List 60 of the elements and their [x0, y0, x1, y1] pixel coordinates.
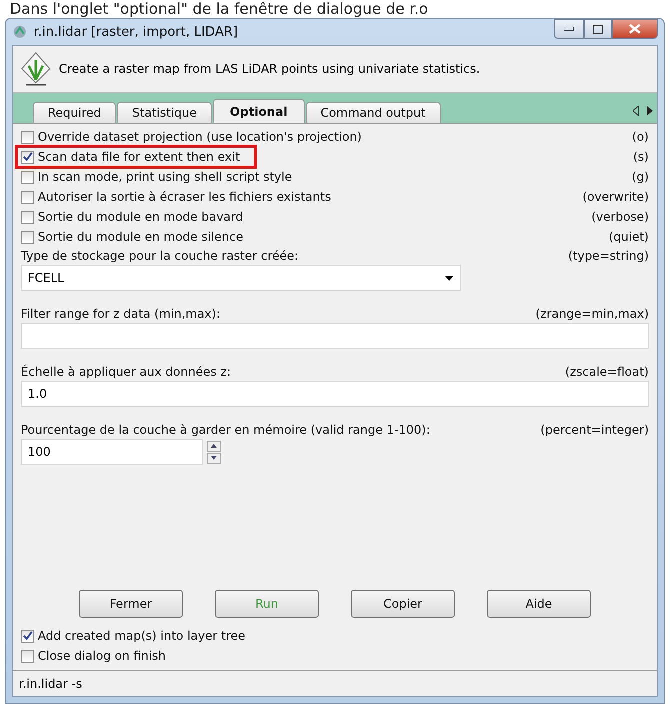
option-label: Autoriser la sortie à écraser les fichiers existants [38, 190, 332, 204]
tab[interactable]: Required [33, 102, 116, 123]
parameter-name-label: (percent=integer) [540, 423, 649, 437]
field-label: Pourcentage de la couche à garder en mémoire (valid range 1-100): [21, 423, 430, 437]
spin-up-button[interactable] [207, 440, 221, 452]
window-title: r.in.lidar [raster, import, LIDAR] [34, 24, 238, 40]
down-arrow-icon [211, 456, 217, 460]
dialog-button[interactable]: Aide [487, 590, 591, 618]
checkbox[interactable] [21, 630, 34, 642]
parameter-name-label: (o) [632, 130, 649, 144]
option-label: Add created map(s) into layer tree [38, 629, 246, 643]
input-field[interactable] [21, 323, 649, 349]
option-label: Sortie du module en mode silence [38, 230, 244, 244]
parameter-name-label: (g) [632, 170, 649, 184]
option-label: Scan data file for extent then exit [38, 150, 240, 164]
checkbox[interactable] [21, 650, 34, 662]
parameter-name-label: (type=string) [568, 249, 649, 263]
minimize-icon [564, 27, 574, 31]
caret-icon [445, 276, 454, 280]
option-label: Override dataset projection (use location's projection) [38, 130, 362, 144]
tab[interactable]: Optional [213, 99, 305, 123]
caption-text: Dans l'onglet "optional" de la fenêtre de dialogue de r.o [9, 0, 430, 18]
dropdown[interactable]: FCELL [21, 265, 461, 291]
close-icon [629, 24, 641, 34]
tab[interactable]: Command output [306, 102, 441, 123]
scroll-left-icon[interactable] [633, 106, 639, 116]
scroll-right-icon[interactable] [647, 106, 653, 116]
parameter-name-label: (s) [633, 150, 649, 164]
input-field[interactable]: 1.0 [21, 381, 649, 407]
dialog-button[interactable]: Copier [351, 590, 455, 618]
option-label: Sortie du module en mode bavard [38, 210, 244, 224]
field-label: Type de stockage pour la couche raster créée: [21, 249, 299, 263]
app-icon [12, 24, 28, 40]
spin-down-button[interactable] [207, 452, 221, 464]
maximize-button[interactable] [584, 19, 612, 39]
grass-logo-icon [21, 52, 51, 86]
parameter-name-label: (overwrite) [582, 190, 649, 204]
checkbox[interactable] [21, 230, 34, 244]
checkbox[interactable] [21, 170, 34, 184]
dialog-button[interactable]: Fermer [79, 590, 183, 618]
parameter-name-label: (zrange=min,max) [536, 307, 649, 321]
parameter-name-label: (verbose) [592, 210, 649, 224]
number-field[interactable]: 100 [21, 439, 203, 465]
maximize-icon [593, 24, 603, 34]
checkbox[interactable] [21, 190, 34, 204]
checkbox[interactable] [21, 150, 34, 164]
parameter-name-label: (zscale=float) [565, 365, 649, 379]
checkbox[interactable] [21, 210, 34, 224]
tab[interactable]: Statistique [117, 102, 212, 123]
close-button[interactable] [612, 19, 658, 39]
field-label: Filter range for z data (min,max): [21, 307, 221, 321]
status-bar: r.in.lidar -s [13, 670, 657, 696]
module-description: Create a raster map from LAS LiDAR points using univariate statistics. [59, 62, 480, 76]
minimize-button[interactable] [554, 19, 584, 39]
checkbox[interactable] [21, 130, 34, 144]
option-label: Close dialog on finish [38, 649, 166, 663]
field-label: Échelle à appliquer aux données z: [21, 365, 232, 379]
option-label: In scan mode, print using shell script style [38, 170, 292, 184]
parameter-name-label: (quiet) [608, 230, 649, 244]
up-arrow-icon [211, 444, 217, 448]
